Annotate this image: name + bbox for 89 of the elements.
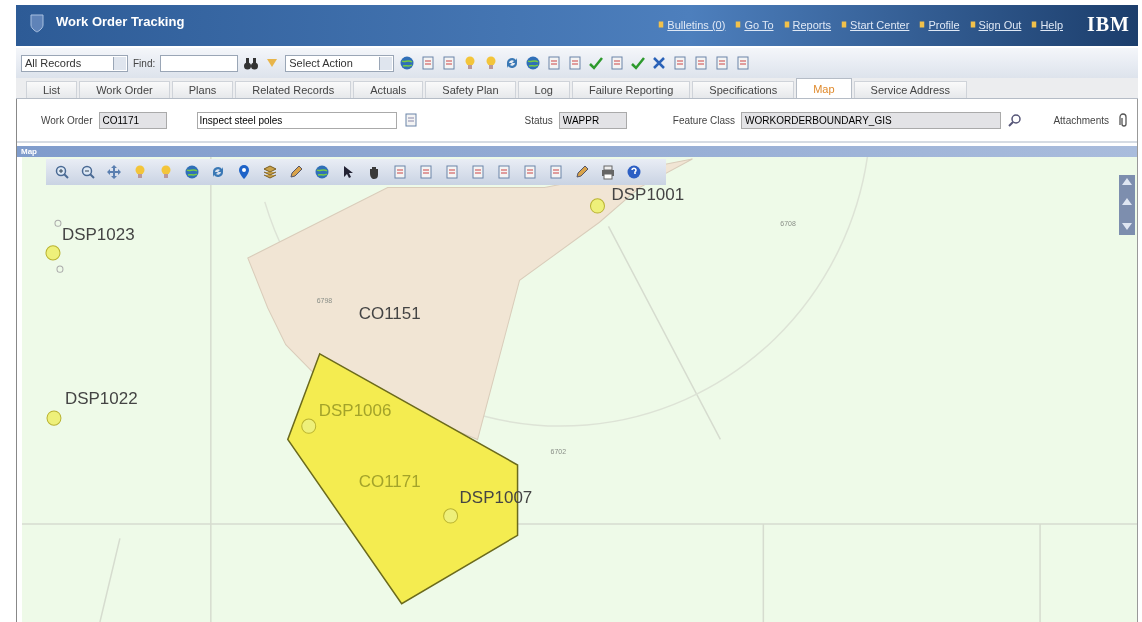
feature-class-field[interactable]: WORKORDERBOUNDARY_GIS [741,111,1002,129]
page-icon[interactable] [522,164,538,180]
header-link[interactable]: Profile [928,18,960,31]
pole-label: DSP1022 [64,387,138,408]
page-icon[interactable] [548,164,564,180]
pencil-icon[interactable] [574,164,590,180]
field-label: Attachments [1053,114,1109,126]
page-icon[interactable] [714,55,731,71]
page-icon[interactable] [693,55,710,71]
link-icon [919,20,926,29]
pole-marker[interactable] [45,245,61,261]
field-label: Work Order [41,114,93,126]
marker-icon[interactable] [236,164,252,180]
binoculars-icon[interactable] [243,55,260,71]
header-link[interactable]: Start Center [850,18,910,31]
window-title: Work Order Tracking [56,14,185,29]
query-select[interactable]: All Records [21,54,128,72]
find-label: Find: [133,57,156,69]
field-label: Status [524,114,553,126]
tab[interactable]: Safety Plan [425,81,516,98]
pole-marker[interactable] [443,508,459,524]
help-icon[interactable] [626,164,642,180]
close-icon[interactable] [651,55,668,71]
tab[interactable]: Plans [171,81,234,98]
globe-icon[interactable] [184,164,200,180]
header-link[interactable]: Sign Out [978,18,1022,31]
page-icon[interactable] [496,164,512,180]
pan-icon[interactable] [106,164,122,180]
section-title: Map [21,147,37,156]
zoom-out-icon[interactable] [80,164,96,180]
link-icon [1031,20,1038,29]
layers-icon[interactable] [262,164,278,180]
pole-label: DSP1006 [318,399,392,421]
area-label: CO1151 [358,303,421,324]
header-link[interactable]: Bulletins (0) [667,18,726,31]
search-icon[interactable] [1007,112,1024,128]
header-link[interactable]: Reports [792,18,832,31]
vertex-icon [54,219,62,227]
shield-icon [30,13,44,33]
link-icon [969,20,976,29]
page-icon[interactable] [609,55,626,71]
tab[interactable]: Related Records [235,81,352,98]
action-select[interactable]: Select Action [285,54,395,72]
tab[interactable]: List [26,81,78,98]
page-icon[interactable] [392,164,408,180]
tab[interactable]: Actuals [353,81,424,98]
link-icon [841,20,848,29]
globe-icon[interactable] [525,55,542,71]
page-icon[interactable] [567,55,584,71]
page-icon[interactable] [420,55,437,71]
area-label: CO1171 [358,471,421,492]
tab[interactable]: Specifications [692,81,795,98]
status-field[interactable]: WAPPR [558,111,627,129]
pole-marker[interactable] [46,410,62,426]
vertex-icon [56,265,64,273]
tab[interactable]: Log [517,81,570,98]
field-label: Feature Class [672,114,736,126]
page-icon[interactable] [444,164,460,180]
tab[interactable]: Failure Reporting [571,81,691,98]
tab[interactable]: Work Order [79,81,170,98]
page-icon[interactable] [735,55,752,71]
globe-icon[interactable] [399,55,416,71]
page-icon[interactable] [546,55,563,71]
check-icon[interactable] [630,55,647,71]
link-icon [658,20,665,29]
find-field[interactable] [160,54,239,72]
logo: IBM [1087,13,1130,36]
link-icon [735,20,742,29]
pole-label: DSP1023 [61,223,135,244]
header-link[interactable]: Go To [744,18,774,31]
check-icon[interactable] [588,55,605,71]
navigation-control[interactable] [1119,175,1135,235]
description-field[interactable]: Inspect steel poles [196,111,397,129]
zoom-in-icon[interactable] [54,164,70,180]
page-icon[interactable] [418,164,434,180]
refresh-icon[interactable] [210,164,226,180]
printer-icon[interactable] [600,164,616,180]
pole-marker[interactable] [301,418,317,434]
work-order-field[interactable]: CO1171 [98,111,167,129]
page-icon[interactable] [441,55,458,71]
pole-label: DSP1001 [611,183,685,204]
document-icon[interactable] [402,112,419,128]
globe-icon[interactable] [314,164,330,180]
link-icon [783,20,790,29]
tab[interactable]: Service Address [853,81,968,98]
header-link[interactable]: Help [1040,18,1063,31]
page-icon[interactable] [470,164,486,180]
pencil-icon[interactable] [288,164,304,180]
pole-marker[interactable] [590,198,605,214]
